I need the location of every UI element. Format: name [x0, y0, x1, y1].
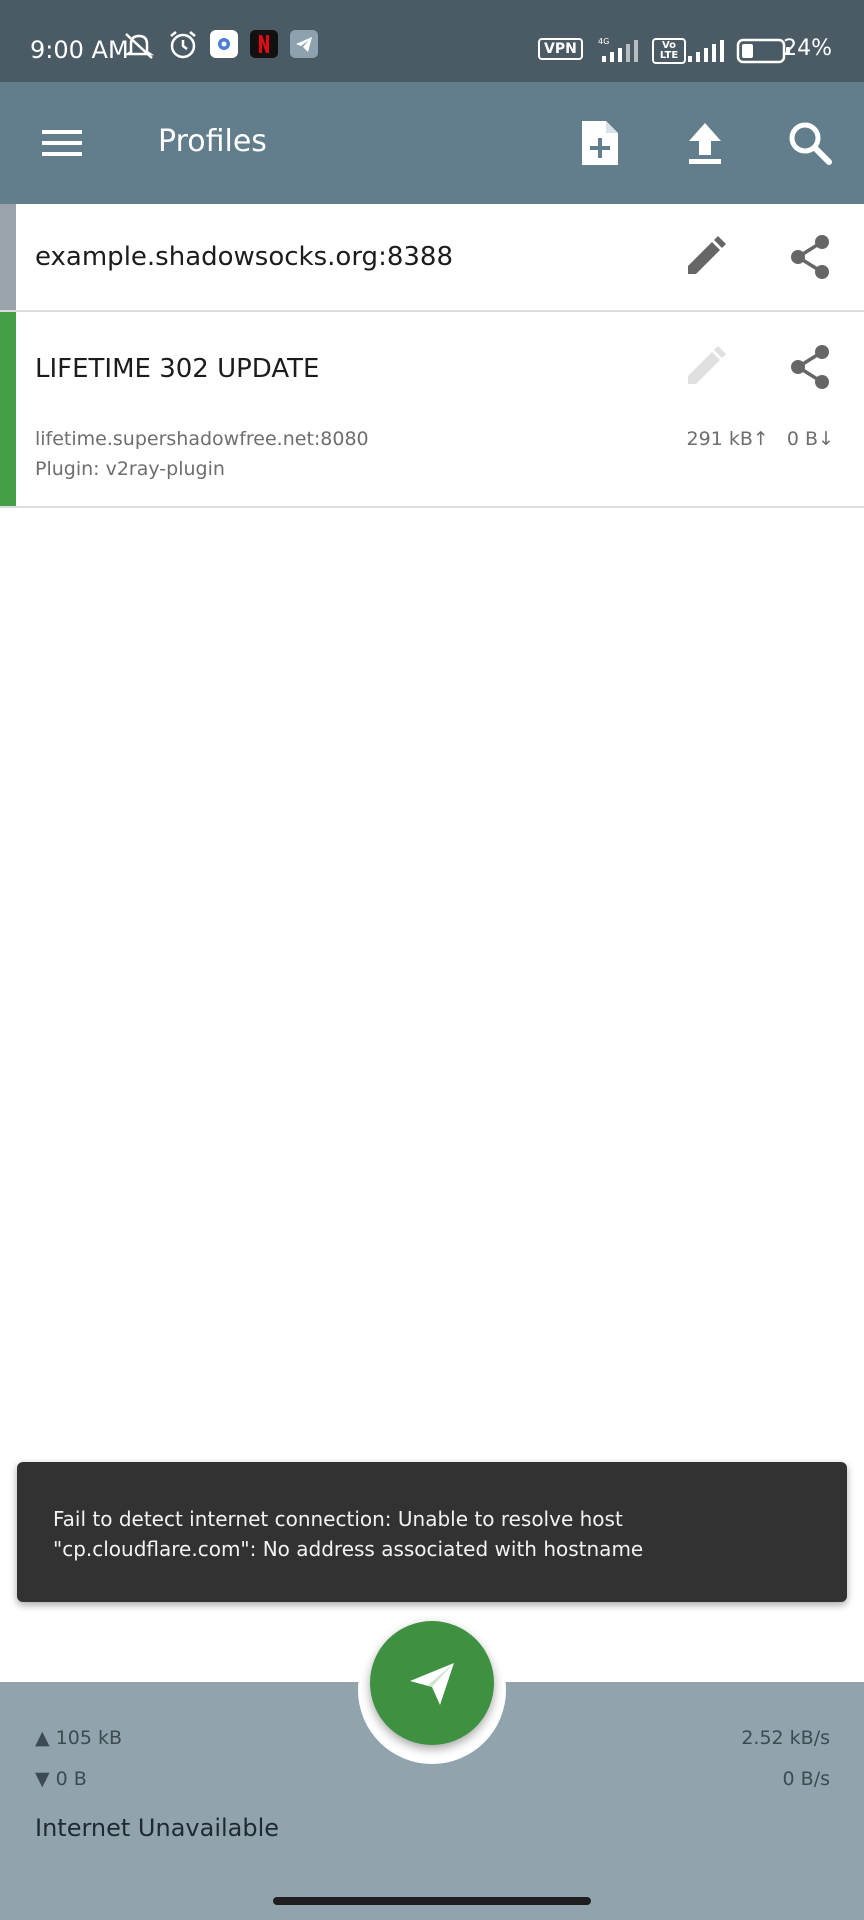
signal-icon	[688, 40, 724, 62]
profile-card[interactable]: example.shadowsocks.org:8388	[0, 204, 864, 312]
tx-rate: 2.52 kB/s	[741, 1727, 830, 1749]
profile-title: example.shadowsocks.org:8388	[35, 242, 453, 272]
page-title: Profiles	[158, 124, 267, 159]
signal-4g-icon: 4G	[598, 37, 638, 62]
battery-percent: 24%	[783, 36, 832, 61]
mute-bell-icon	[123, 33, 155, 59]
send-plane-icon	[410, 1663, 454, 1705]
snackbar: Fail to detect internet connection: Unab…	[17, 1462, 847, 1602]
upload-icon[interactable]	[675, 113, 735, 173]
tx-total: ▲ 105 kB	[35, 1727, 122, 1749]
vpn-badge: VPN	[538, 38, 583, 60]
netflix-icon	[250, 30, 278, 58]
edit-icon[interactable]	[680, 232, 730, 282]
add-file-icon[interactable]	[570, 113, 630, 173]
network-type-label: 4G	[598, 37, 609, 46]
share-icon[interactable]	[786, 342, 836, 392]
volte-badge: Vo LTE	[652, 38, 686, 64]
profile-tx: 291 kB↑	[686, 428, 769, 450]
profile-traffic: 291 kB↑ 0 B↓	[687, 428, 834, 450]
rx-rate: 0 B/s	[782, 1768, 830, 1790]
telegram-icon	[290, 30, 318, 58]
gesture-nav-bar[interactable]	[273, 1897, 591, 1905]
profile-rx: 0 B↓	[786, 428, 834, 450]
menu-icon[interactable]	[32, 113, 92, 173]
alarm-icon	[170, 31, 196, 59]
edit-icon-disabled	[688, 346, 726, 384]
search-icon[interactable]	[780, 113, 840, 173]
status-bar: 9:00 AM VPN 4G Vo LTE 24%	[0, 0, 864, 82]
profile-title: LIFETIME 302 UPDATE	[35, 354, 320, 384]
profile-status-strip	[0, 312, 16, 506]
rx-total: ▼ 0 B	[35, 1768, 87, 1790]
connect-fab-button[interactable]	[370, 1621, 494, 1745]
status-time: 9:00 AM	[30, 36, 129, 64]
share-icon[interactable]	[786, 232, 836, 282]
profile-plugin: Plugin: v2ray-plugin	[35, 458, 225, 480]
profile-card-active[interactable]: LIFETIME 302 UPDATE lifetime.supershadow…	[0, 312, 864, 508]
app-bar: Profiles	[0, 82, 864, 204]
app-notification-icon	[210, 30, 238, 58]
snackbar-message: Fail to detect internet connection: Unab…	[53, 1507, 644, 1561]
connection-status: Internet Unavailable	[35, 1814, 280, 1842]
profile-server: lifetime.supershadowfree.net:8080	[35, 428, 369, 450]
profile-status-strip	[0, 204, 16, 310]
